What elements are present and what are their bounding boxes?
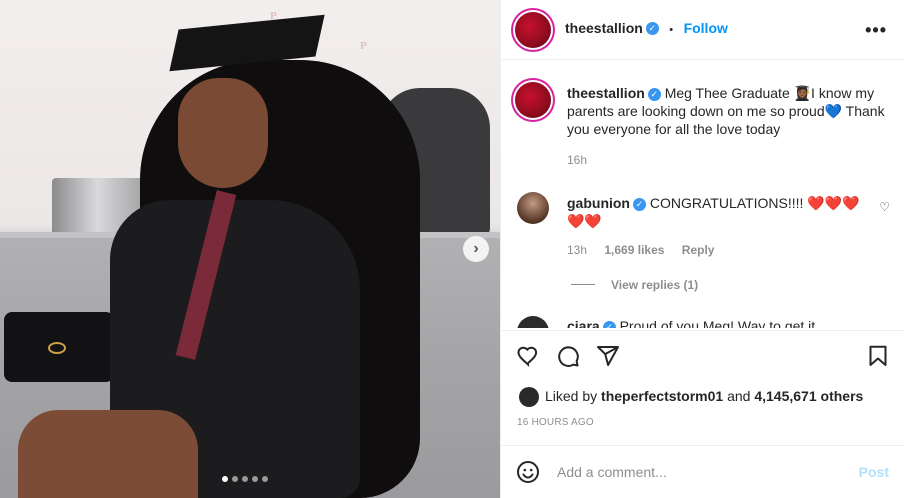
comment-avatar[interactable] bbox=[517, 316, 549, 328]
verified-icon: ✓ bbox=[602, 320, 616, 328]
heart-icon[interactable] bbox=[515, 343, 541, 369]
comment-input[interactable] bbox=[557, 464, 837, 480]
post-side-panel: theestallion ✓ • Follow ••• theestallion ✓… bbox=[500, 0, 904, 498]
liked-by-label: Liked by bbox=[545, 388, 598, 404]
comment-time[interactable]: 13h bbox=[567, 243, 587, 257]
add-comment-bar: Post bbox=[501, 445, 904, 498]
verified-icon: ✓ bbox=[633, 197, 646, 211]
action-bar: Liked by theperfectstorm01 and 4,145,671… bbox=[501, 330, 904, 450]
avatar[interactable] bbox=[515, 12, 551, 48]
carousel-dot[interactable] bbox=[242, 476, 248, 482]
verified-icon: ✓ bbox=[647, 87, 661, 101]
caption-avatar[interactable] bbox=[515, 82, 551, 118]
reply-button[interactable]: Reply bbox=[682, 243, 715, 257]
next-slide-button[interactable]: › bbox=[463, 236, 489, 262]
bag-logo bbox=[48, 342, 66, 354]
liker-avatar[interactable] bbox=[519, 387, 539, 407]
comment-username[interactable]: ciara bbox=[567, 318, 600, 328]
view-replies-button[interactable]: View replies (1) bbox=[611, 278, 698, 292]
carousel-dots bbox=[222, 476, 268, 482]
caption: theestallion ✓ Meg Thee Graduate 👩🏾‍🎓I kn… bbox=[567, 84, 893, 138]
follow-button[interactable]: Follow bbox=[684, 20, 728, 36]
comment-username[interactable]: gabunion bbox=[567, 195, 630, 211]
comment-clip: ciara ✓ Proud of you Meg! Way to get it bbox=[517, 312, 897, 328]
header-username[interactable]: theestallion bbox=[565, 20, 643, 36]
like-comment-icon[interactable]: ♡ bbox=[879, 200, 890, 214]
backdrop-logo: P bbox=[360, 40, 367, 52]
graduate-legs bbox=[18, 410, 198, 498]
comment-likes[interactable]: 1,669 likes bbox=[604, 243, 664, 257]
caption-time[interactable]: 16h bbox=[567, 153, 587, 167]
comment-icon[interactable] bbox=[555, 343, 581, 369]
post-header: theestallion ✓ • Follow ••• bbox=[501, 0, 904, 60]
carousel-dot[interactable] bbox=[222, 476, 228, 482]
separator-dot: • bbox=[669, 24, 674, 36]
caption-username[interactable]: theestallion bbox=[567, 85, 645, 101]
post-timestamp[interactable]: 16 HOURS AGO bbox=[517, 417, 594, 428]
verified-icon: ✓ bbox=[645, 22, 659, 36]
handbag bbox=[4, 312, 114, 382]
likes-summary: Liked by theperfectstorm01 and 4,145,671… bbox=[545, 388, 863, 404]
more-horizontal-icon[interactable]: ••• bbox=[865, 20, 887, 41]
comment-text: Proud of you Meg! Way to get it bbox=[619, 318, 816, 328]
carousel-dot[interactable] bbox=[252, 476, 258, 482]
and-label: and bbox=[727, 388, 751, 404]
comment-body: gabunion ✓ CONGRATULATIONS!!!! ❤️❤️❤️❤️❤️ bbox=[567, 194, 867, 230]
others-link[interactable]: 4,145,671 others bbox=[754, 388, 863, 404]
carousel-dot[interactable] bbox=[232, 476, 238, 482]
liker-username[interactable]: theperfectstorm01 bbox=[601, 388, 723, 404]
carousel-dot[interactable] bbox=[262, 476, 268, 482]
post-button[interactable]: Post bbox=[859, 464, 889, 480]
graduate-face bbox=[178, 78, 268, 188]
emoji-icon[interactable] bbox=[515, 459, 541, 485]
comment-avatar[interactable] bbox=[517, 192, 549, 224]
replies-divider bbox=[571, 284, 595, 285]
post-photo[interactable]: P P P › bbox=[0, 0, 500, 498]
share-icon[interactable] bbox=[595, 343, 621, 369]
chevron-right-icon: › bbox=[473, 240, 479, 257]
comment-meta: 13h 1,669 likes Reply bbox=[567, 243, 714, 257]
bookmark-icon[interactable] bbox=[865, 343, 891, 369]
